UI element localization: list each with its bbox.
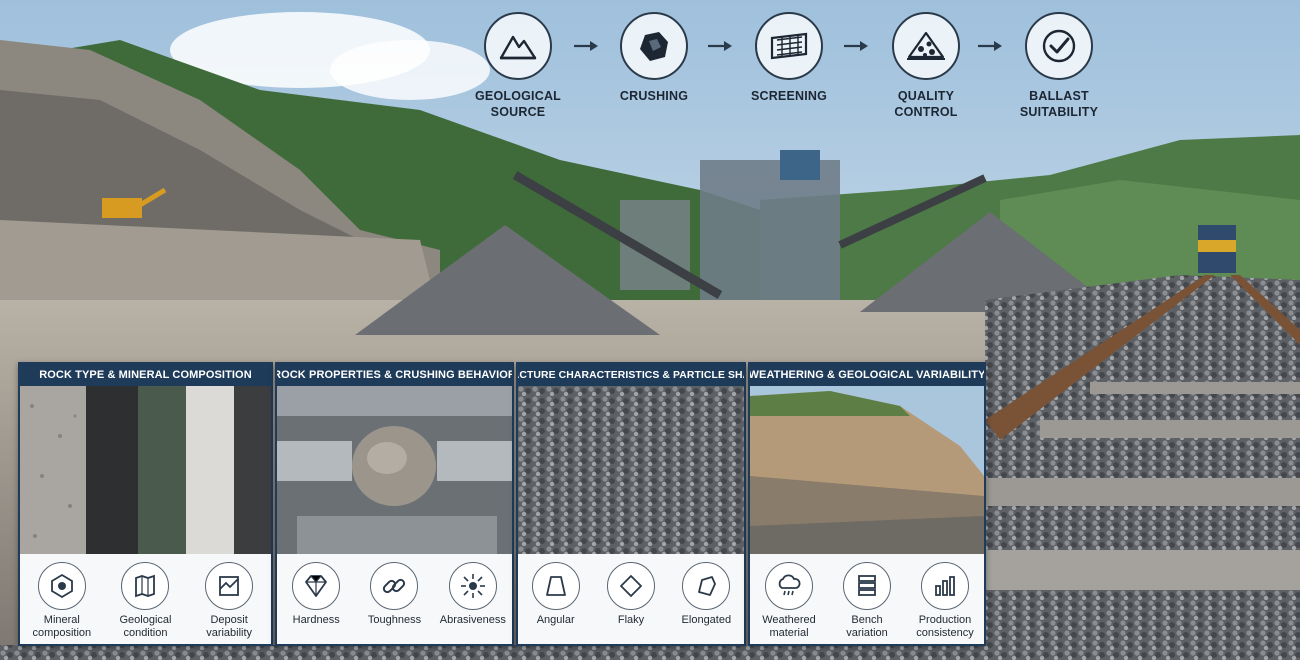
item-label: Mineral composition [32, 614, 92, 639]
item-label: Elongated [681, 614, 732, 626]
checkmark-icon [1025, 12, 1093, 80]
step-quality-control: QUALITY CONTROL [856, 12, 996, 120]
panel-rock-properties: ROCK PROPERTIES & CRUSHING BEHAVIOR Hard… [275, 362, 514, 646]
angular-shape-icon [531, 562, 580, 610]
diamond-icon [292, 562, 341, 610]
item-label: Deposit variability [206, 614, 253, 639]
item-geological-condition: Geological condition [105, 562, 185, 640]
item-mineral-composition: Mineral composition [22, 562, 102, 640]
step-label: BALLAST SUITABILITY [1019, 89, 1099, 119]
burst-icon [448, 562, 497, 610]
item-abrasiveness: Abrasiveness [434, 562, 512, 627]
elongated-shape-icon [682, 562, 731, 610]
quarry-cliff-photo [750, 386, 984, 554]
item-bench-variation: Bench variation [828, 562, 906, 640]
item-hardness: Hardness [277, 562, 355, 627]
panel-rock-type: ROCK TYPE & MINERAL COMPOSITION Mineral … [18, 362, 273, 646]
process-flow: GEOLOGICAL SOURCE CRUSHING SCREENING QUA… [0, 0, 1300, 130]
step-ballast-suitability: BALLAST SUITABILITY [989, 12, 1129, 120]
item-toughness: Toughness [355, 562, 433, 627]
stone-pile-icon [892, 12, 960, 80]
flaky-shape-icon [606, 562, 655, 610]
item-weathered-material: Weathered material [750, 562, 828, 640]
map-icon [121, 562, 170, 610]
item-production-consistency: Production consistency [906, 562, 984, 640]
item-label: Weathered material [762, 614, 816, 639]
step-label: SCREENING [750, 89, 828, 103]
rain-cloud-icon [765, 562, 813, 610]
layers-icon [843, 562, 891, 610]
step-screening: SCREENING [719, 12, 859, 104]
item-flaky: Flaky [593, 562, 668, 627]
mountain-icon [484, 12, 552, 80]
item-label: Production consistency [916, 614, 974, 639]
panel-title: ROCK PROPERTIES & CRUSHING BEHAVIOR [277, 364, 512, 386]
item-label: Abrasiveness [439, 614, 506, 626]
step-label: CRUSHING [619, 89, 689, 103]
item-label: Hardness [292, 614, 340, 626]
panel-title: FRACTURE CHARACTERISTICS & PARTICLE SHAP… [518, 364, 744, 386]
step-crushing: CRUSHING [584, 12, 724, 104]
item-label: Flaky [617, 614, 645, 626]
rock-samples-photo [20, 386, 271, 554]
item-label: Angular [536, 614, 575, 626]
screen-icon [755, 12, 823, 80]
panel-title: ROCK TYPE & MINERAL COMPOSITION [20, 364, 271, 386]
mineral-icon [37, 562, 86, 610]
item-label: Bench variation [846, 614, 888, 639]
bar-chart-icon [921, 562, 969, 610]
gravel-photo [518, 386, 744, 554]
step-label: QUALITY CONTROL [894, 89, 958, 119]
step-label: GEOLOGICAL SOURCE [474, 89, 562, 119]
item-label: Toughness [367, 614, 422, 626]
panel-weathering: WEATHERING & GEOLOGICAL VARIABILITY Weat… [748, 362, 986, 646]
item-deposit-variability: Deposit variability [189, 562, 269, 640]
deposit-icon [205, 562, 254, 610]
rock-icon [620, 12, 688, 80]
panel-title: WEATHERING & GEOLOGICAL VARIABILITY [750, 364, 984, 386]
item-angular: Angular [518, 562, 593, 627]
crusher-photo [277, 386, 512, 554]
item-label: Geological condition [119, 614, 172, 639]
item-elongated: Elongated [669, 562, 744, 627]
step-geological-source: GEOLOGICAL SOURCE [448, 12, 588, 120]
panel-fracture-characteristics: FRACTURE CHARACTERISTICS & PARTICLE SHAP… [516, 362, 746, 646]
chain-link-icon [370, 562, 419, 610]
